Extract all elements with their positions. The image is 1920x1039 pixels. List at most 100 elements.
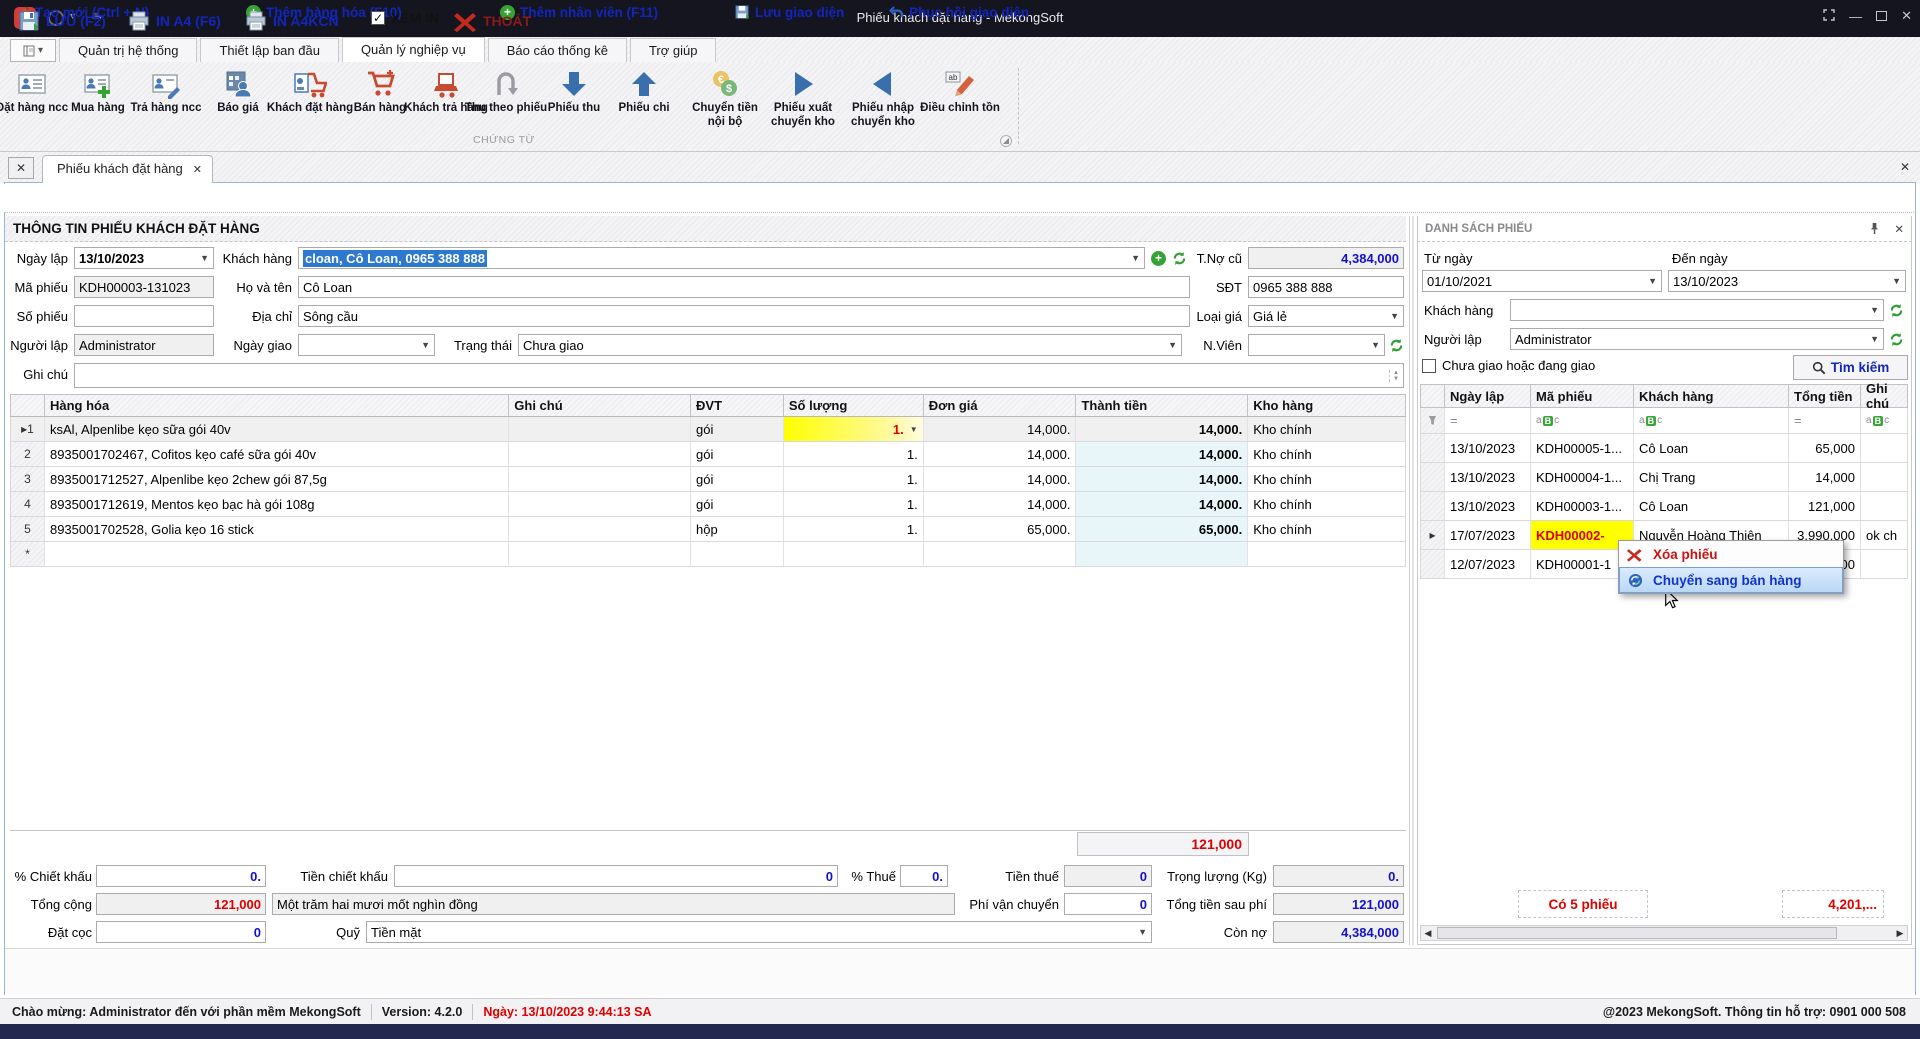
ghi-chu-input[interactable]: ▲▼	[74, 363, 1404, 388]
ngay-giao-combo[interactable]: ▼	[298, 334, 435, 356]
preview-checkbox[interactable]: ✓ XEM IN	[371, 10, 439, 26]
toolbar-phieu-xuat-chuyen-kho[interactable]: Phiếu xuất chuyển kho	[760, 66, 846, 130]
ribbon-tab-thiet-lap[interactable]: Thiết lập ban đầu	[200, 38, 338, 62]
cell-product[interactable]	[45, 542, 509, 566]
panel-header-tong-tien[interactable]: Tổng tiền	[1789, 385, 1861, 407]
panel-filter-row[interactable]: = aBc aBc = aBc	[1420, 408, 1908, 434]
dat-coc-input[interactable]: 0	[96, 921, 266, 943]
cell-qty-editing[interactable]: 1.▼	[784, 417, 924, 441]
grid-header-hang-hoa[interactable]: Hàng hóa	[45, 395, 509, 416]
filter-equals-icon[interactable]: =	[1789, 408, 1861, 433]
panel-khach-hang-combo[interactable]: ▼	[1510, 299, 1884, 321]
new-row[interactable]: *	[10, 542, 1406, 567]
panel-header-khach-hang[interactable]: Khách hàng	[1634, 385, 1789, 407]
filter-abc-icon[interactable]: aBc	[1861, 408, 1907, 433]
splitter[interactable]	[1409, 216, 1410, 945]
grid-header-so-luong[interactable]: Số lượng	[784, 395, 924, 416]
ma-phieu-field[interactable]: KDH00003-131023	[74, 276, 214, 298]
pct-thue-input[interactable]: 0.	[900, 865, 948, 887]
table-row[interactable]: 4 8935001712619, Mentos kẹo bạc hà gói 1…	[10, 492, 1406, 517]
close-all-tabs-button[interactable]: ✕	[8, 157, 34, 179]
save-layout-button[interactable]: Lưu giao diện	[735, 5, 844, 20]
loai-gia-combo[interactable]: Giá lẻ▼	[1248, 305, 1404, 327]
spinner-icons[interactable]: ▲▼	[1389, 370, 1399, 382]
pct-chiet-khau-input[interactable]: 0.	[96, 865, 266, 887]
menu-item-convert-to-sale[interactable]: Chuyển sang bán hàng	[1619, 567, 1843, 593]
toolbar-chuyen-tien-noi-bo[interactable]: €$ Chuyển tiền nội bộ	[683, 66, 767, 130]
refresh-icon[interactable]	[1888, 330, 1905, 348]
list-item[interactable]: 13/10/2023 KDH00003-1... Cô Loan 121,000	[1420, 492, 1908, 521]
grid-header-dvt[interactable]: ĐVT	[691, 395, 784, 416]
ngay-lap-combo[interactable]: 13/10/2023▼	[74, 247, 214, 269]
so-phieu-input[interactable]	[74, 305, 214, 327]
trang-thai-combo[interactable]: Chưa giao▼	[518, 334, 1182, 356]
filter-equals-icon[interactable]: =	[1445, 408, 1531, 433]
refresh-icon[interactable]	[1888, 301, 1905, 319]
cell-price[interactable]	[924, 542, 1077, 566]
table-row[interactable]: ▸1 ksAl, Alpenlibe kẹo sữa gói 40v gói 1…	[10, 417, 1406, 442]
fullscreen-icon[interactable]	[1823, 9, 1835, 24]
list-item[interactable]: 13/10/2023 KDH00005-1... Cô Loan 65,000	[1420, 434, 1908, 463]
app-menu-button[interactable]: ▾	[10, 39, 56, 62]
save-button[interactable]: LƯU (F2)	[18, 10, 106, 32]
close-button[interactable]: ✕	[1901, 8, 1912, 24]
search-button[interactable]: Tìm kiếm	[1793, 355, 1908, 380]
tab-row-close-icon[interactable]: ✕	[1900, 160, 1910, 174]
cell-warehouse[interactable]	[1248, 542, 1405, 566]
filter-abc-icon[interactable]: aBc	[1634, 408, 1789, 433]
exit-button[interactable]: THOÁT	[453, 10, 531, 32]
grid-header-don-gia[interactable]: Đơn giá	[924, 395, 1077, 416]
ribbon-tab-bao-cao[interactable]: Báo cáo thống kê	[488, 38, 627, 62]
khach-hang-combo[interactable]: cloan, Cô Loan, 0965 388 888▼	[298, 247, 1145, 269]
add-customer-icon[interactable]: +	[1150, 249, 1167, 267]
cell-note[interactable]	[509, 542, 691, 566]
ribbon-tab-quan-ly-nghiep-vu[interactable]: Quản lý nghiệp vụ	[342, 37, 485, 62]
panel-header-ghi-chu[interactable]: Ghi chú	[1861, 385, 1907, 407]
scroll-right-icon[interactable]: ▶	[1893, 928, 1907, 939]
undelivered-checkbox[interactable]: Chưa giao hoặc đang giao	[1422, 358, 1595, 373]
panel-header-ma-phieu[interactable]: Mã phiếu	[1531, 385, 1634, 407]
nguoi-lap-field[interactable]: Administrator	[74, 334, 214, 356]
dia-chi-input[interactable]: Sông cầu	[298, 305, 1190, 327]
maximize-button[interactable]	[1876, 11, 1887, 21]
filter-abc-icon[interactable]: aBc	[1531, 408, 1634, 433]
cell-unit[interactable]	[691, 542, 784, 566]
tab-phieu-khach-dat-hang[interactable]: Phiếu khách đặt hàng✕	[42, 155, 213, 183]
n-vien-combo[interactable]: ▼	[1248, 334, 1385, 356]
phi-van-chuyen-input[interactable]: 0	[1064, 893, 1152, 915]
cell-qty[interactable]	[784, 542, 924, 566]
print-a4-button[interactable]: IN A4 (F6)	[128, 10, 221, 32]
list-item[interactable]: 13/10/2023 KDH00004-1... Chị Trang 14,00…	[1420, 463, 1908, 492]
table-row[interactable]: 2 8935001702467, Cofitos kẹo café sữa gó…	[10, 442, 1406, 467]
cell-amount[interactable]	[1076, 542, 1248, 566]
toolbar-phieu-nhap-chuyen-kho[interactable]: Phiếu nhập chuyển kho	[840, 66, 926, 130]
tien-chiet-khau-input[interactable]: 0	[394, 865, 838, 887]
menu-item-delete-voucher[interactable]: Xóa phiếu	[1619, 541, 1843, 567]
panel-close-icon[interactable]: ✕	[1894, 222, 1904, 236]
refresh-employee-icon[interactable]	[1388, 336, 1405, 354]
toolbar-phieu-chi[interactable]: Phiếu chi	[602, 66, 686, 116]
toolbar-dieu-chinh-ton[interactable]: ab Điều chỉnh tồn	[916, 66, 1004, 116]
den-ngay-combo[interactable]: 13/10/2023▼	[1668, 270, 1906, 292]
grid-header-ghi-chu[interactable]: Ghi chú	[509, 395, 691, 416]
quy-combo[interactable]: Tiền mặt▼	[366, 921, 1152, 943]
splitter[interactable]	[1412, 216, 1414, 945]
tab-close-icon[interactable]: ✕	[193, 164, 202, 176]
restore-layout-button[interactable]: Phục hồi giao diện	[888, 5, 1029, 20]
scrollbar-thumb[interactable]	[1437, 927, 1837, 939]
minimize-button[interactable]: —	[1849, 9, 1862, 24]
scroll-left-icon[interactable]: ◀	[1421, 928, 1435, 939]
panel-nguoi-lap-combo[interactable]: Administrator▼	[1510, 328, 1884, 350]
ho-va-ten-input[interactable]: Cô Loan	[298, 276, 1190, 298]
group-dialog-launcher-icon[interactable]: ◢	[1000, 135, 1012, 147]
grid-header-kho-hang[interactable]: Kho hàng	[1248, 395, 1405, 416]
grid-header-thanh-tien[interactable]: Thành tiền	[1076, 395, 1248, 416]
sdt-input[interactable]: 0965 388 888	[1248, 276, 1404, 298]
tu-ngay-combo[interactable]: 01/10/2021▼	[1422, 270, 1662, 292]
table-row[interactable]: 5 8935001702528, Golia kẹo 16 stick hộp …	[10, 517, 1406, 542]
ribbon-tab-tro-giup[interactable]: Trợ giúp	[630, 38, 717, 62]
ribbon-tab-quan-tri[interactable]: Quản trị hệ thống	[59, 38, 197, 62]
panel-horizontal-scrollbar[interactable]: ◀ ▶	[1420, 925, 1908, 941]
table-row[interactable]: 3 8935001712527, Alpenlibe kẹo 2chew gói…	[10, 467, 1406, 492]
print-a4kcn-button[interactable]: IN A4KCN	[245, 10, 339, 32]
